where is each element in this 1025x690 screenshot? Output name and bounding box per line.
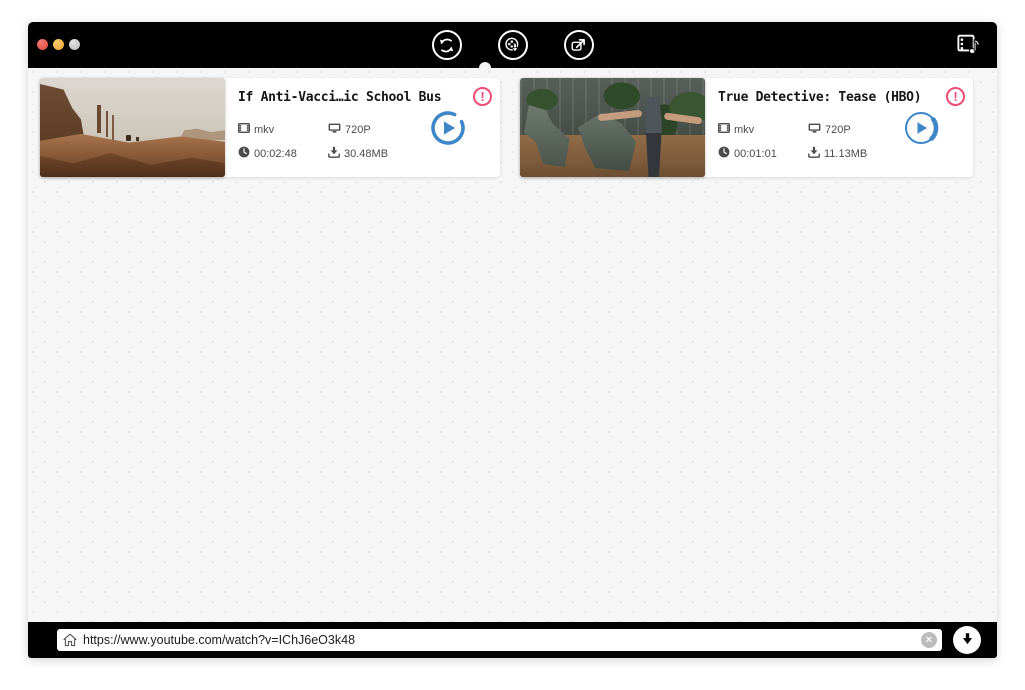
video-thumbnail-raptors: [520, 78, 705, 177]
resolution-item: 720P: [328, 122, 413, 137]
film-music-note-icon: [955, 32, 983, 59]
video-meta: mkv 720P 00:01:01 11.13MB: [717, 122, 893, 161]
minimize-button[interactable]: [53, 39, 64, 50]
download-list-button[interactable]: [497, 30, 528, 60]
format-value: mkv: [734, 123, 755, 136]
zoom-button[interactable]: [69, 39, 80, 50]
traffic-lights: [37, 39, 80, 50]
film-download-icon: [502, 35, 523, 56]
download-size-icon: [808, 146, 820, 161]
video-card: If Anti-Vacci…ic School Bus mkv 720P 00:…: [40, 78, 500, 177]
clock-icon: [718, 146, 730, 161]
close-button[interactable]: [37, 39, 48, 50]
refresh-icon: [436, 35, 457, 56]
resolution-item: 720P: [808, 122, 893, 137]
alert-exclamation-icon[interactable]: !: [946, 87, 965, 106]
duration-item: 00:02:48: [238, 146, 328, 161]
refresh-button[interactable]: [431, 30, 462, 60]
app-window: If Anti-Vacci…ic School Bus mkv 720P 00:…: [28, 22, 997, 658]
clock-icon: [238, 146, 250, 161]
video-title: True Detective: Tease (HBO): [718, 90, 922, 105]
url-input-wrap: ×: [57, 629, 942, 651]
resolution-value: 720P: [825, 123, 851, 136]
film-icon: [717, 122, 731, 137]
duration-value: 00:02:48: [254, 147, 297, 160]
download-arrow-icon: [959, 630, 976, 651]
video-info-panel: True Detective: Tease (HBO) mkv 720P 00:…: [705, 78, 973, 177]
size-value: 11.13MB: [824, 147, 868, 160]
download-list: If Anti-Vacci…ic School Bus mkv 720P 00:…: [28, 68, 997, 622]
play-button[interactable]: [902, 109, 940, 147]
format-item: mkv: [237, 122, 328, 137]
size-item: 30.48MB: [328, 146, 413, 161]
video-thumbnail-desert: [40, 78, 225, 177]
video-title: If Anti-Vacci…ic School Bus: [238, 90, 442, 105]
alert-exclamation-icon[interactable]: !: [473, 87, 492, 106]
duration-value: 00:01:01: [734, 147, 777, 160]
video-card: True Detective: Tease (HBO) mkv 720P 00:…: [520, 78, 973, 177]
toolbar: [431, 30, 594, 60]
clear-url-button[interactable]: ×: [921, 632, 937, 648]
play-button[interactable]: [429, 109, 467, 147]
url-input[interactable]: [57, 629, 942, 651]
resolution-value: 720P: [345, 123, 371, 136]
monitor-icon: [808, 122, 821, 137]
size-item: 11.13MB: [808, 146, 893, 161]
title-bar: [28, 22, 997, 68]
size-value: 30.48MB: [344, 147, 389, 160]
home-icon: [63, 633, 77, 652]
film-icon: [237, 122, 251, 137]
share-export-icon: [568, 35, 589, 56]
video-info-panel: If Anti-Vacci…ic School Bus mkv 720P 00:…: [225, 78, 500, 177]
duration-item: 00:01:01: [718, 146, 808, 161]
download-size-icon: [328, 146, 340, 161]
monitor-icon: [328, 122, 341, 137]
download-button[interactable]: [953, 626, 981, 654]
media-library-button[interactable]: [954, 33, 984, 57]
format-item: mkv: [717, 122, 808, 137]
share-button[interactable]: [563, 30, 594, 60]
url-bar: ×: [28, 622, 997, 658]
video-meta: mkv 720P 00:02:48 30.48MB: [237, 122, 413, 161]
format-value: mkv: [254, 123, 275, 136]
